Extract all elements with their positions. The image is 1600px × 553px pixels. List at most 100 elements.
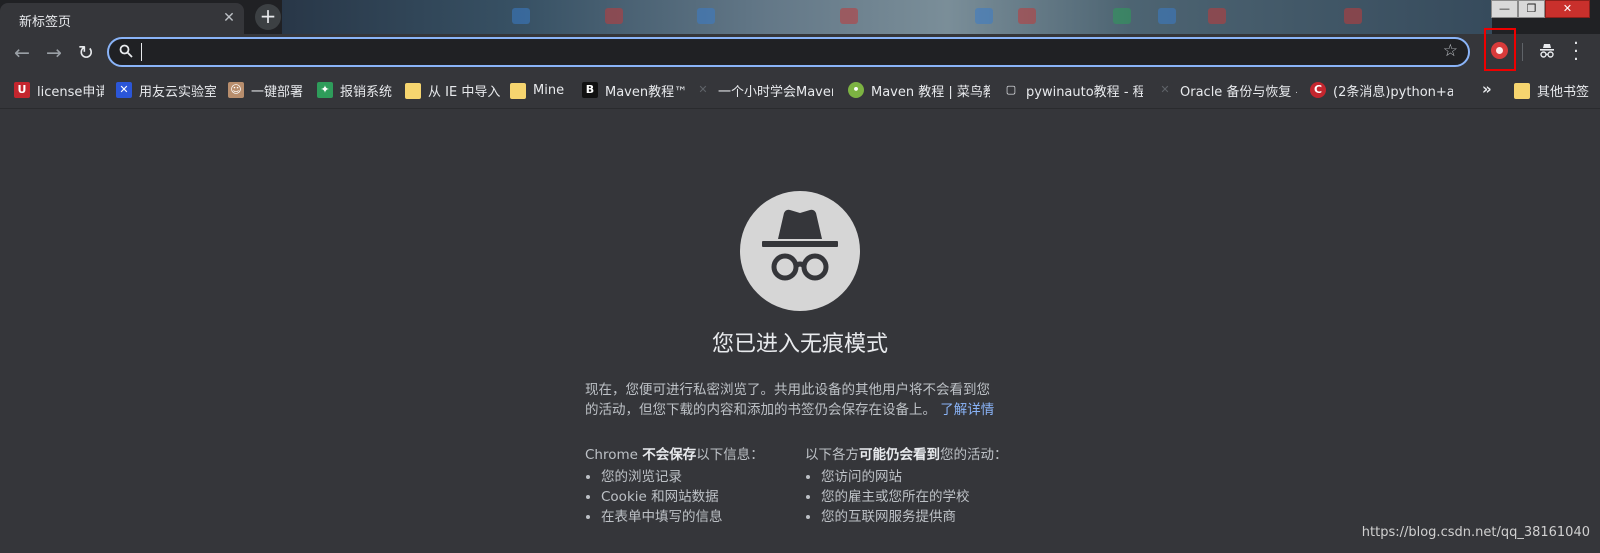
bookmark-item[interactable]: ▢ pywinauto教程 - 程 <box>1003 81 1143 99</box>
heading-bold: 不会保存 <box>642 447 697 463</box>
tab-strip: 新标签页 ✕ + — ❐ ✕ <box>0 0 1600 34</box>
menu-icon[interactable]: · · · <box>1570 35 1582 69</box>
bookmark-item[interactable]: ☺ 一键部署 <box>228 81 308 99</box>
page-title: 您已进入无痕模式 <box>711 332 888 357</box>
blurred-taskbar-icon <box>1113 8 1131 24</box>
description-line: 现在，您便可进行私密浏览了。共用此设备的其他用户将不会看到您 <box>585 382 990 398</box>
forward-button[interactable]: → <box>42 41 66 65</box>
bookmark-favicon-icon: ✕ <box>116 82 132 98</box>
list-item: 您访问的网站 <box>821 467 1008 487</box>
bookmark-favicon-icon: C <box>1310 82 1326 98</box>
bookmark-label: 一个小时学会Maven <box>718 84 833 100</box>
reload-button[interactable]: ↻ <box>74 41 98 65</box>
blurred-taskbar-icon <box>1208 8 1226 24</box>
heading-text: 以下信息： <box>696 447 764 463</box>
blurred-taskbar-icon <box>697 8 715 24</box>
blurred-taskbar-icon <box>840 8 858 24</box>
folder-icon <box>1514 83 1530 99</box>
not-saved-column: Chrome 不会保存以下信息： 您的浏览记录 Cookie 和网站数据 在表单… <box>585 443 764 527</box>
bookmark-label: Maven教程™ <box>605 84 687 100</box>
close-window-button[interactable]: ✕ <box>1545 0 1590 18</box>
extension-icon[interactable] <box>1491 42 1508 59</box>
list-item: 您的互联网服务提供商 <box>821 507 1008 527</box>
bookmark-item[interactable]: ✦ 报销系统 <box>317 81 397 99</box>
may-see-heading: 以下各方可能仍会看到您的活动： <box>805 443 1008 463</box>
incognito-profile-icon[interactable] <box>1538 42 1556 60</box>
may-see-list: 您访问的网站 您的雇主或您所在的学校 您的互联网服务提供商 <box>805 467 1008 527</box>
address-bar[interactable]: ☆ <box>107 37 1470 67</box>
bookmark-label: Maven 教程 | 菜鸟教 <box>871 84 990 100</box>
text-caret <box>141 43 142 61</box>
bookmark-favicon-icon: ✕ <box>695 82 711 98</box>
new-tab-button[interactable]: + <box>255 4 281 30</box>
blurred-taskbar-icon <box>605 8 623 24</box>
restore-button[interactable]: ❐ <box>1518 0 1545 18</box>
bookmark-favicon-icon: • <box>848 82 864 98</box>
list-item: 您的雇主或您所在的学校 <box>821 487 1008 507</box>
bookmark-label: (2条消息)python+ac <box>1333 84 1453 100</box>
bookmarks-bar: U license申请 ✕ 用友云实验室 ☺ 一键部署 ✦ 报销系统 从 IE … <box>0 72 1600 109</box>
bookmark-item[interactable]: ✕ Oracle 备份与恢复 - <box>1157 81 1297 99</box>
blurred-background <box>282 0 1492 34</box>
toolbar: ← → ↻ ☆ <box>0 34 1600 72</box>
heading-text: Chrome <box>585 447 643 463</box>
list-item: 您的浏览记录 <box>601 467 764 487</box>
list-item: Cookie 和网站数据 <box>601 487 764 507</box>
bookmark-favicon-icon: ✦ <box>317 82 333 98</box>
description-text: 的活动，但您下载的内容和添加的书签仍会保存在设备上。 <box>585 402 936 418</box>
bookmark-label: pywinauto教程 - 程 <box>1026 84 1143 100</box>
learn-more-link[interactable]: 了解详情 <box>940 402 994 418</box>
bookmark-label: Oracle 备份与恢复 - <box>1180 84 1297 100</box>
bookmark-folder[interactable]: 从 IE 中导入 <box>405 81 500 99</box>
folder-icon <box>510 83 526 99</box>
bookmark-favicon-icon: B <box>582 82 598 98</box>
watermark: https://blog.csdn.net/qq_38161040 <box>1361 525 1590 540</box>
bookmark-item[interactable]: C (2条消息)python+ac <box>1310 81 1453 99</box>
heading-text: 以下各方 <box>805 447 859 463</box>
folder-icon <box>405 83 421 99</box>
tab-close-icon[interactable]: ✕ <box>220 9 238 27</box>
incognito-description: 现在，您便可进行私密浏览了。共用此设备的其他用户将不会看到您 的活动，但您下载的… <box>585 380 1015 420</box>
toolbar-divider <box>1522 43 1523 61</box>
bookmark-item[interactable]: ✕ 用友云实验室 <box>116 81 216 99</box>
minimize-button[interactable]: — <box>1491 0 1518 18</box>
may-see-column: 以下各方可能仍会看到您的活动： 您访问的网站 您的雇主或您所在的学校 您的互联网… <box>805 443 1008 527</box>
other-bookmarks-folder[interactable]: 其他书签 <box>1514 81 1596 99</box>
bookmark-item[interactable]: • Maven 教程 | 菜鸟教 <box>848 81 990 99</box>
bookmark-label: 一键部署 <box>251 84 304 100</box>
page-icon: ▢ <box>1003 82 1019 98</box>
blurred-taskbar-icon <box>975 8 993 24</box>
bookmark-label: 报销系统 <box>340 84 393 100</box>
bookmark-label: 从 IE 中导入 <box>428 84 500 100</box>
address-input[interactable] <box>139 42 1423 64</box>
bookmark-item[interactable]: U license申请 <box>14 81 104 99</box>
bookmark-label: Mine <box>533 82 565 98</box>
list-item: 在表单中填写的信息 <box>601 507 764 527</box>
bookmark-label: license申请 <box>37 84 104 100</box>
window-controls: — ❐ ✕ <box>1491 0 1590 18</box>
not-saved-heading: Chrome 不会保存以下信息： <box>585 443 764 463</box>
bookmark-favicon-icon: ✕ <box>1157 82 1173 98</box>
bookmark-favicon-icon: U <box>14 82 30 98</box>
blurred-taskbar-icon <box>1158 8 1176 24</box>
bookmark-star-icon[interactable]: ☆ <box>1443 41 1458 61</box>
bookmarks-overflow-icon[interactable]: » <box>1482 80 1492 98</box>
bookmark-favicon-icon: ☺ <box>228 82 244 98</box>
active-tab[interactable]: 新标签页 ✕ <box>0 3 244 34</box>
tab-title: 新标签页 <box>19 15 72 30</box>
bookmark-item[interactable]: ✕ 一个小时学会Maven <box>695 81 833 99</box>
bookmark-item[interactable]: B Maven教程™ <box>582 81 687 99</box>
heading-bold: 可能仍会看到 <box>859 447 940 463</box>
blurred-taskbar-icon <box>512 8 530 24</box>
blurred-taskbar-icon <box>1344 8 1362 24</box>
blurred-taskbar-icon <box>1018 8 1036 24</box>
bookmark-folder[interactable]: Mine <box>510 81 570 99</box>
back-button[interactable]: ← <box>10 41 34 65</box>
heading-text: 您的活动： <box>940 447 1008 463</box>
bookmark-label: 用友云实验室 <box>139 84 216 100</box>
bookmark-label: 其他书签 <box>1537 84 1590 100</box>
description-line: 的活动，但您下载的内容和添加的书签仍会保存在设备上。 了解详情 <box>585 400 1015 420</box>
search-icon <box>119 44 133 58</box>
incognito-icon <box>740 191 860 311</box>
not-saved-list: 您的浏览记录 Cookie 和网站数据 在表单中填写的信息 <box>585 467 764 527</box>
